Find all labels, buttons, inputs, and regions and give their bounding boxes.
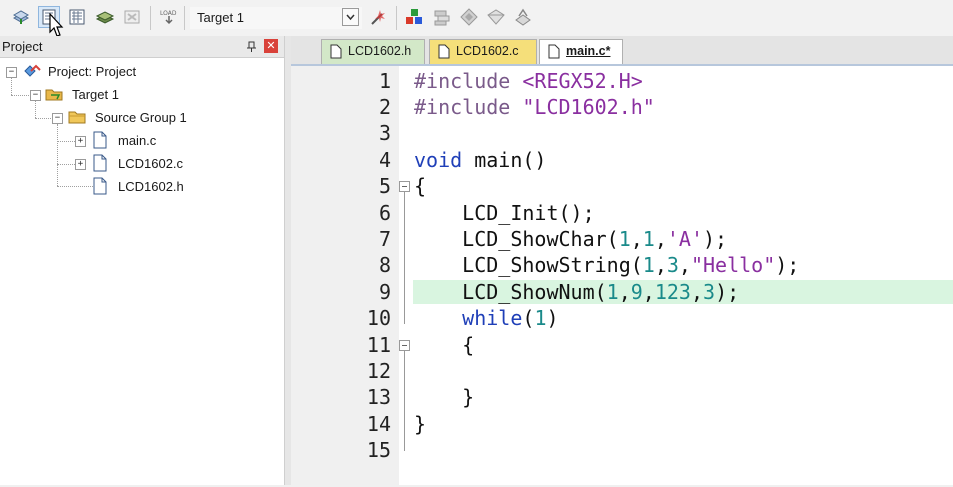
fold-collapse-icon[interactable] — [399, 181, 410, 192]
line-number: 7 — [378, 227, 391, 251]
expand-icon[interactable]: + — [75, 136, 86, 147]
line-number: 11 — [366, 333, 391, 357]
toolbar-separator — [150, 6, 151, 30]
project-panel: Project ✕ − Project: Project − Target 1 … — [0, 36, 285, 485]
chevron-down-icon[interactable] — [342, 8, 359, 26]
fold-collapse-icon[interactable] — [399, 340, 410, 351]
multi-project-icon[interactable] — [512, 6, 534, 28]
tree-item-label: LCD1602.c — [118, 156, 184, 171]
tree-item-main-c[interactable]: + main.c — [0, 131, 200, 151]
code-editor[interactable]: 1 2 3 4 5 6 7 8 9 10 11 12 13 14 15 #inc… — [291, 64, 953, 487]
tree-item-target[interactable]: − Target 1 — [0, 85, 200, 105]
line-number: 12 — [366, 359, 391, 383]
target-select-value: Target 1 — [197, 10, 244, 25]
tree-item-source-group[interactable]: − Source Group 1 — [0, 108, 220, 128]
select-packs-icon[interactable] — [431, 6, 453, 28]
line-number: 15 — [366, 438, 391, 462]
tab-label: main.c* — [566, 44, 611, 58]
tree-item-lcd1602-h[interactable]: LCD1602.h — [0, 177, 200, 197]
file-icon — [92, 154, 108, 175]
folder-icon — [68, 108, 88, 129]
code-line: LCD_ShowString(1,3,"Hello"); — [414, 253, 800, 277]
tree-item-lcd1602-c[interactable]: + LCD1602.c — [0, 154, 200, 174]
code-line: void main() — [414, 148, 547, 172]
batch-build-icon[interactable] — [94, 6, 116, 28]
collapse-icon[interactable]: − — [30, 90, 41, 101]
file-icon — [92, 177, 108, 198]
download-icon[interactable]: LOAD — [158, 6, 180, 28]
line-number: 9 — [378, 280, 391, 304]
line-number: 3 — [378, 121, 391, 145]
rebuild-icon[interactable] — [66, 6, 88, 28]
toolbar: LOAD Target 1 — [0, 0, 953, 37]
editor-tabs: LCD1602.h LCD1602.c main.c* — [291, 36, 953, 64]
close-icon[interactable]: ✕ — [264, 39, 278, 53]
line-number: 6 — [378, 201, 391, 225]
target-select[interactable]: Target 1 — [190, 7, 362, 29]
target-folder-icon — [45, 85, 65, 106]
stop-build-icon[interactable] — [121, 6, 143, 28]
code-line: { — [414, 333, 475, 357]
tree-item-label: main.c — [118, 133, 157, 148]
line-number: 2 — [378, 95, 391, 119]
tree-item-label: LCD1602.h — [118, 179, 184, 194]
code-line: #include <REGX52.H> — [414, 69, 643, 93]
code-line: while(1) — [462, 306, 559, 330]
toolbar-separator — [396, 6, 397, 30]
line-number: 10 — [366, 306, 391, 330]
project-panel-header: Project ✕ — [0, 36, 284, 58]
tab-lcd1602-h[interactable]: LCD1602.h — [321, 39, 425, 64]
line-number-gutter: 1 2 3 4 5 6 7 8 9 10 11 12 13 14 15 — [291, 66, 399, 487]
code-line: } — [414, 412, 427, 436]
tree-item-label: Source Group 1 — [95, 110, 187, 125]
tree-item-label: Project: Project — [48, 64, 137, 79]
collapse-icon[interactable]: − — [52, 113, 63, 124]
code-line: { — [414, 174, 427, 198]
code-line: #include "LCD1602.h" — [414, 95, 655, 119]
translate-icon[interactable] — [10, 6, 32, 28]
collapse-icon[interactable]: − — [6, 67, 17, 78]
tab-label: LCD1602.c — [456, 44, 519, 58]
fold-guide — [404, 192, 405, 324]
line-number: 13 — [366, 385, 391, 409]
toolbar-separator — [184, 6, 185, 30]
tree-item-project[interactable]: − Project: Project — [0, 62, 200, 82]
line-number: 8 — [378, 253, 391, 277]
target-options-icon[interactable] — [368, 6, 390, 28]
manage-rte-icon[interactable] — [485, 6, 507, 28]
tab-lcd1602-c[interactable]: LCD1602.c — [429, 39, 537, 64]
tree-item-label: Target 1 — [72, 87, 119, 102]
panel-title: Project — [2, 39, 43, 54]
line-number: 5 — [378, 174, 391, 198]
line-number: 4 — [378, 148, 391, 172]
code-line: LCD_ShowChar(1,1,'A'); — [414, 227, 728, 251]
pin-icon[interactable] — [246, 40, 258, 52]
project-icon — [22, 62, 42, 83]
expand-icon[interactable]: + — [75, 159, 86, 170]
svg-text:LOAD: LOAD — [160, 10, 177, 17]
file-icon — [92, 131, 108, 152]
manage-components-icon[interactable] — [403, 6, 425, 28]
line-number: 1 — [378, 69, 391, 93]
tab-main-c[interactable]: main.c* — [539, 39, 623, 64]
code-line: LCD_Init(); — [414, 201, 595, 225]
tab-label: LCD1602.h — [348, 44, 412, 58]
line-number: 14 — [366, 412, 391, 436]
code-line: LCD_ShowNum(1,9,123,3); — [414, 280, 740, 304]
fold-guide — [404, 351, 405, 451]
code-line: } — [414, 385, 475, 409]
pack-installer-icon[interactable] — [458, 6, 480, 28]
